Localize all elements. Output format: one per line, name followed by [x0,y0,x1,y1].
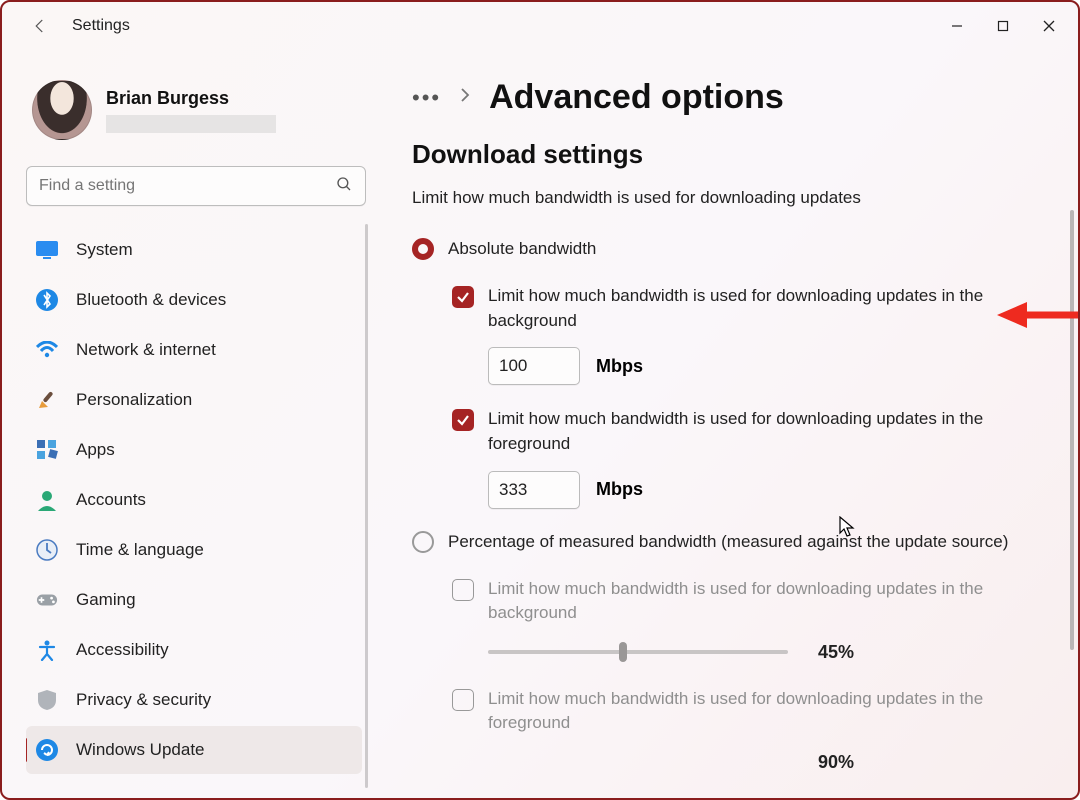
gamepad-icon [36,589,58,611]
checkbox-label: Limit how much bandwidth is used for dow… [488,687,1048,736]
sidebar-item-label: Gaming [76,590,136,610]
profile-block[interactable]: Brian Burgess [26,70,372,158]
search-box[interactable] [26,166,366,206]
display-icon [36,239,58,261]
checkbox-icon [452,286,474,308]
sidebar-item-accessibility[interactable]: Accessibility [26,626,362,674]
sidebar-item-label: Personalization [76,390,192,410]
sidebar-item-time-language[interactable]: Time & language [26,526,362,574]
sidebar-item-windows-update[interactable]: Windows Update [26,726,362,774]
foreground-bandwidth-input[interactable] [488,471,580,509]
sidebar-item-label: Apps [76,440,115,460]
profile-name: Brian Burgess [106,88,276,109]
sidebar-item-label: Windows Update [76,740,205,760]
sidebar-item-apps[interactable]: Apps [26,426,362,474]
accessibility-icon [36,639,58,661]
nav: System Bluetooth & devices Network & int… [26,224,372,788]
section-title: Download settings [412,139,1052,170]
titlebar: Settings [2,2,1078,50]
clock-globe-icon [36,539,58,561]
radio-label: Percentage of measured bandwidth (measur… [448,532,1008,552]
sidebar-item-label: Accounts [76,490,146,510]
settings-window: Settings Brian Burgess [0,0,1080,800]
window-title: Settings [72,17,130,35]
checkbox-limit-foreground-absolute[interactable]: Limit how much bandwidth is used for dow… [452,407,1052,456]
checkbox-limit-background-absolute[interactable]: Limit how much bandwidth is used for dow… [452,284,1052,333]
checkbox-limit-foreground-percent: Limit how much bandwidth is used for dow… [452,687,1052,736]
bluetooth-icon [36,289,58,311]
maximize-button[interactable] [980,10,1026,42]
sidebar-item-gaming[interactable]: Gaming [26,576,362,624]
radio-label: Absolute bandwidth [448,239,596,259]
search-input[interactable] [39,177,335,195]
breadcrumb: ••• Advanced options [412,78,1052,117]
shield-icon [36,689,58,711]
radio-icon [412,531,434,553]
checkbox-icon [452,689,474,711]
checkbox-label: Limit how much bandwidth is used for dow… [488,284,1048,333]
sidebar-item-label: Time & language [76,540,204,560]
sidebar-item-label: System [76,240,133,260]
background-bandwidth-input[interactable] [488,347,580,385]
sidebar-item-accounts[interactable]: Accounts [26,476,362,524]
apps-icon [36,439,58,461]
back-button[interactable] [26,12,54,40]
radio-absolute-bandwidth[interactable]: Absolute bandwidth [412,238,1052,260]
sidebar-item-bluetooth[interactable]: Bluetooth & devices [26,276,362,324]
minimize-button[interactable] [934,10,980,42]
radio-percentage-bandwidth[interactable]: Percentage of measured bandwidth (measur… [412,531,1052,553]
wifi-icon [36,339,58,361]
sidebar-item-label: Bluetooth & devices [76,290,226,310]
person-icon [36,489,58,511]
sidebar: Brian Burgess System [2,50,382,798]
sidebar-item-label: Privacy & security [76,690,211,710]
sidebar-item-network[interactable]: Network & internet [26,326,362,374]
checkbox-label: Limit how much bandwidth is used for dow… [488,577,1048,626]
checkbox-icon [452,409,474,431]
chevron-right-icon [459,87,471,108]
page-title: Advanced options [489,78,784,117]
slider-value: 90% [818,752,854,773]
profile-email-redacted [106,115,276,133]
unit-label: Mbps [596,479,643,500]
sidebar-item-system[interactable]: System [26,226,362,274]
checkbox-icon [452,579,474,601]
sidebar-item-label: Network & internet [76,340,216,360]
avatar [32,80,92,140]
checkbox-label: Limit how much bandwidth is used for dow… [488,407,1048,456]
update-icon [36,739,58,761]
close-button[interactable] [1026,10,1072,42]
slider-value: 45% [818,642,854,663]
sidebar-item-label: Accessibility [76,640,169,660]
search-icon [335,175,353,198]
window-controls [934,10,1072,42]
background-percent-slider [488,644,788,660]
section-description: Limit how much bandwidth is used for dow… [412,188,1052,208]
main-content: ••• Advanced options Download settings L… [382,50,1078,798]
checkbox-limit-background-percent: Limit how much bandwidth is used for dow… [452,577,1052,626]
sidebar-scrollbar[interactable] [365,224,368,788]
radio-icon [412,238,434,260]
content-scrollbar[interactable] [1070,210,1074,650]
sidebar-item-privacy[interactable]: Privacy & security [26,676,362,724]
paintbrush-icon [36,389,58,411]
sidebar-item-personalization[interactable]: Personalization [26,376,362,424]
breadcrumb-ellipsis[interactable]: ••• [412,85,441,111]
unit-label: Mbps [596,356,643,377]
